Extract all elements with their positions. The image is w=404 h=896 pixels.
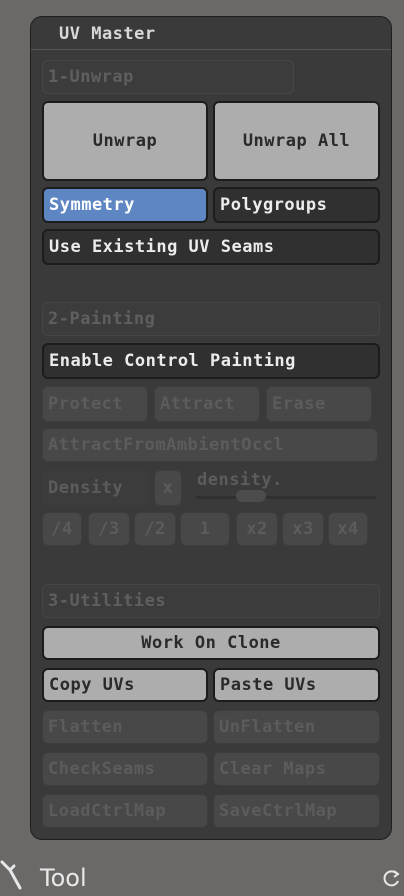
load-ctrl-map-button[interactable]: LoadCtrlMap [42, 794, 208, 828]
enable-control-painting-toggle[interactable]: Enable Control Painting [42, 343, 380, 379]
flatten-button[interactable]: Flatten [42, 710, 208, 744]
factor-div2-button[interactable]: /2 [134, 512, 176, 546]
factor-div4-button[interactable]: /4 [42, 512, 82, 546]
rotate-icon[interactable] [382, 868, 402, 888]
unwrap-button[interactable]: Unwrap [42, 101, 208, 181]
factor-1-button[interactable]: 1 [180, 512, 230, 546]
density-slider-label: density. [197, 470, 283, 490]
factor-x3-button[interactable]: x3 [282, 512, 324, 546]
polygroups-toggle[interactable]: Polygroups [213, 187, 380, 223]
tool-icon[interactable] [0, 858, 22, 894]
symmetry-toggle[interactable]: Symmetry [42, 187, 208, 223]
density-button[interactable]: Density [42, 470, 148, 506]
section-painting: 2-Painting [42, 302, 380, 336]
section-unwrap: 1-Unwrap [42, 60, 294, 94]
attract-from-ambient-occlusion-button[interactable]: AttractFromAmbientOccl [42, 428, 378, 462]
tool-label[interactable]: Tool [40, 864, 87, 892]
work-on-clone-button[interactable]: Work On Clone [42, 626, 380, 660]
attract-button[interactable]: Attract [154, 386, 260, 422]
use-existing-uv-seams-toggle[interactable]: Use Existing UV Seams [42, 229, 380, 265]
paste-uvs-button[interactable]: Paste UVs [213, 668, 380, 702]
save-ctrl-map-button[interactable]: SaveCtrlMap [213, 794, 380, 828]
clear-maps-button[interactable]: Clear Maps [213, 752, 380, 786]
density-x-button[interactable]: x [154, 470, 182, 506]
panel-title[interactable]: UV Master [31, 17, 391, 49]
density-slider-track[interactable] [196, 496, 376, 499]
factor-x4-button[interactable]: x4 [328, 512, 368, 546]
title-divider [31, 49, 391, 50]
unflatten-button[interactable]: UnFlatten [213, 710, 380, 744]
factor-x2-button[interactable]: x2 [236, 512, 278, 546]
copy-uvs-button[interactable]: Copy UVs [42, 668, 208, 702]
protect-button[interactable]: Protect [42, 386, 148, 422]
density-slider-handle[interactable] [236, 490, 266, 502]
erase-button[interactable]: Erase [266, 386, 372, 422]
factor-div3-button[interactable]: /3 [88, 512, 130, 546]
check-seams-button[interactable]: CheckSeams [42, 752, 208, 786]
section-utilities: 3-Utilities [42, 584, 380, 618]
unwrap-all-button[interactable]: Unwrap All [213, 101, 380, 181]
